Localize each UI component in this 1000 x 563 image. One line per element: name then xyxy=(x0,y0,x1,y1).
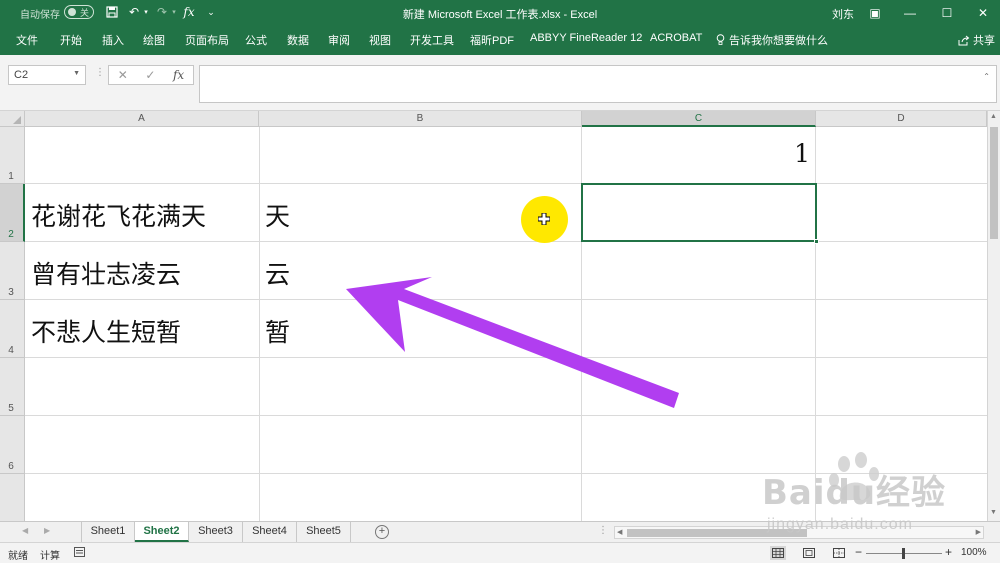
tab-formulas[interactable]: 公式 xyxy=(245,32,267,48)
zoom-level[interactable]: 100% xyxy=(961,547,987,558)
formula-bar-grip-icon: ⋮ xyxy=(95,67,105,78)
row-header-4[interactable]: 4 xyxy=(0,300,25,358)
sheet-tab-bar: ◀ ▶ Sheet1 Sheet2 Sheet3 Sheet4 Sheet5 +… xyxy=(0,521,1000,542)
tell-me-label: 告诉我你想要做什么 xyxy=(729,35,828,47)
formula-input[interactable]: ⌃ xyxy=(199,65,997,103)
page-layout-view-icon[interactable] xyxy=(801,546,817,560)
share-icon xyxy=(958,35,970,45)
share-label: 共享 xyxy=(973,35,995,47)
name-box-value: C2 xyxy=(14,69,29,81)
formula-buttons: ✕ ✓ fx xyxy=(108,65,194,85)
column-header-d[interactable]: D xyxy=(816,111,987,127)
status-mode: 就绪 xyxy=(8,551,28,562)
scroll-up-icon[interactable]: ▲ xyxy=(990,113,997,120)
next-sheet-icon[interactable]: ▶ xyxy=(44,526,50,535)
status-calculate[interactable]: 计算 xyxy=(40,547,60,562)
gridline xyxy=(25,241,987,242)
minimize-icon[interactable]: — xyxy=(893,0,927,25)
normal-view-icon[interactable] xyxy=(770,546,786,560)
column-header-b[interactable]: B xyxy=(259,111,582,127)
lightbulb-icon xyxy=(716,34,725,45)
scroll-down-icon[interactable]: ▼ xyxy=(990,509,997,516)
worksheet-grid[interactable]: A B C D 1 2 3 4 5 6 1 花谢花飞花满天 天 曾有壮志凌云 云… xyxy=(0,111,987,521)
sheet-tab-5[interactable]: Sheet5 xyxy=(297,522,351,542)
gridline xyxy=(25,415,987,416)
status-bar: 就绪 计算 − + 100% xyxy=(0,542,1000,563)
tab-view[interactable]: 视图 xyxy=(369,32,391,48)
sheet-tab-1[interactable]: Sheet1 xyxy=(81,522,135,542)
title-bar: 自动保存 关 ↶ ▾ ↷ ▾ fx ⌄ 新建 Microsoft Excel 工… xyxy=(0,0,1000,25)
sheet-tab-4[interactable]: Sheet4 xyxy=(243,522,297,542)
formula-bar-area: C2 ▼ ⋮ ✕ ✓ fx ⌃ xyxy=(0,55,1000,111)
gridline xyxy=(25,473,987,474)
row-header-7[interactable] xyxy=(0,474,25,521)
tab-draw[interactable]: 绘图 xyxy=(143,32,165,48)
tab-review[interactable]: 审阅 xyxy=(328,32,350,48)
cell-cursor-icon xyxy=(538,213,550,225)
prev-sheet-icon[interactable]: ◀ xyxy=(22,526,28,535)
name-box-dropdown-icon[interactable]: ▼ xyxy=(73,70,80,77)
gridline xyxy=(259,127,260,521)
zoom-slider-knob[interactable] xyxy=(902,548,905,559)
horizontal-scrollbar[interactable]: ◀ ▶ xyxy=(614,526,984,539)
tab-data[interactable]: 数据 xyxy=(287,32,309,48)
cell-a2[interactable]: 花谢花飞花满天 xyxy=(31,197,206,233)
column-header-c[interactable]: C xyxy=(582,111,816,127)
row-header-6[interactable]: 6 xyxy=(0,416,25,474)
zoom-out-button[interactable]: − xyxy=(855,545,862,559)
row-header-2[interactable]: 2 xyxy=(0,184,25,242)
tab-page-layout[interactable]: 页面布局 xyxy=(185,32,229,48)
cell-b3[interactable]: 云 xyxy=(265,255,290,291)
vertical-scroll-thumb[interactable] xyxy=(990,127,998,239)
scroll-right-icon[interactable]: ▶ xyxy=(976,528,981,536)
zoom-in-button[interactable]: + xyxy=(945,545,952,559)
macro-record-icon[interactable] xyxy=(74,547,85,560)
cell-c1[interactable]: 1 xyxy=(700,139,810,168)
cell-b4[interactable]: 暂 xyxy=(265,313,290,349)
ribbon-tabs: 文件 开始 插入 绘图 页面布局 公式 数据 审阅 视图 开发工具 福昕PDF … xyxy=(0,25,1000,55)
fill-handle[interactable] xyxy=(814,239,819,244)
tab-split-grip-icon[interactable]: ⋮ xyxy=(598,525,608,536)
vertical-scrollbar[interactable]: ▲ ▼ xyxy=(987,111,1000,521)
close-icon[interactable]: ✕ xyxy=(966,0,1000,25)
tab-foxit-pdf[interactable]: 福昕PDF xyxy=(470,32,514,48)
cell-a4[interactable]: 不悲人生短暂 xyxy=(31,313,181,349)
row-header-1[interactable]: 1 xyxy=(0,127,25,184)
tab-file[interactable]: 文件 xyxy=(16,32,38,48)
enter-icon[interactable]: ✓ xyxy=(145,68,155,82)
maximize-icon[interactable]: ☐ xyxy=(930,0,964,25)
expand-formula-bar-icon[interactable]: ⌃ xyxy=(983,72,990,81)
tab-home[interactable]: 开始 xyxy=(60,32,82,48)
tab-abbyy[interactable]: ABBYY FineReader 12 xyxy=(530,32,642,44)
gridline xyxy=(25,299,987,300)
cancel-icon[interactable]: ✕ xyxy=(118,68,128,82)
gridline xyxy=(25,357,987,358)
user-name[interactable]: 刘东 xyxy=(832,6,854,22)
page-break-view-icon[interactable] xyxy=(831,546,847,560)
add-sheet-button[interactable]: + xyxy=(375,525,389,539)
scroll-left-icon[interactable]: ◀ xyxy=(617,528,622,536)
sheet-tab-3[interactable]: Sheet3 xyxy=(189,522,243,542)
cell-b2[interactable]: 天 xyxy=(265,197,290,233)
horizontal-scroll-thumb[interactable] xyxy=(627,529,807,537)
gridline xyxy=(25,183,987,184)
tab-acrobat[interactable]: ACROBAT xyxy=(650,32,702,44)
share-button[interactable]: 共享 xyxy=(958,32,995,48)
sheet-tab-2[interactable]: Sheet2 xyxy=(135,522,189,542)
tab-developer[interactable]: 开发工具 xyxy=(410,32,454,48)
row-header-5[interactable]: 5 xyxy=(0,358,25,416)
cursor-highlight xyxy=(521,196,568,243)
cell-a3[interactable]: 曾有壮志凌云 xyxy=(31,255,181,291)
active-cell-c2[interactable] xyxy=(581,183,819,244)
tab-insert[interactable]: 插入 xyxy=(102,32,124,48)
row-header-3[interactable]: 3 xyxy=(0,242,25,300)
ribbon-display-options-icon[interactable]: ▣ xyxy=(858,0,892,25)
insert-function-icon[interactable]: fx xyxy=(173,68,184,82)
select-all-corner[interactable] xyxy=(0,111,25,127)
name-box[interactable]: C2 ▼ xyxy=(8,65,86,85)
zoom-slider[interactable] xyxy=(866,548,942,559)
column-header-a[interactable]: A xyxy=(25,111,259,127)
tell-me-search[interactable]: 告诉我你想要做什么 xyxy=(716,32,828,48)
